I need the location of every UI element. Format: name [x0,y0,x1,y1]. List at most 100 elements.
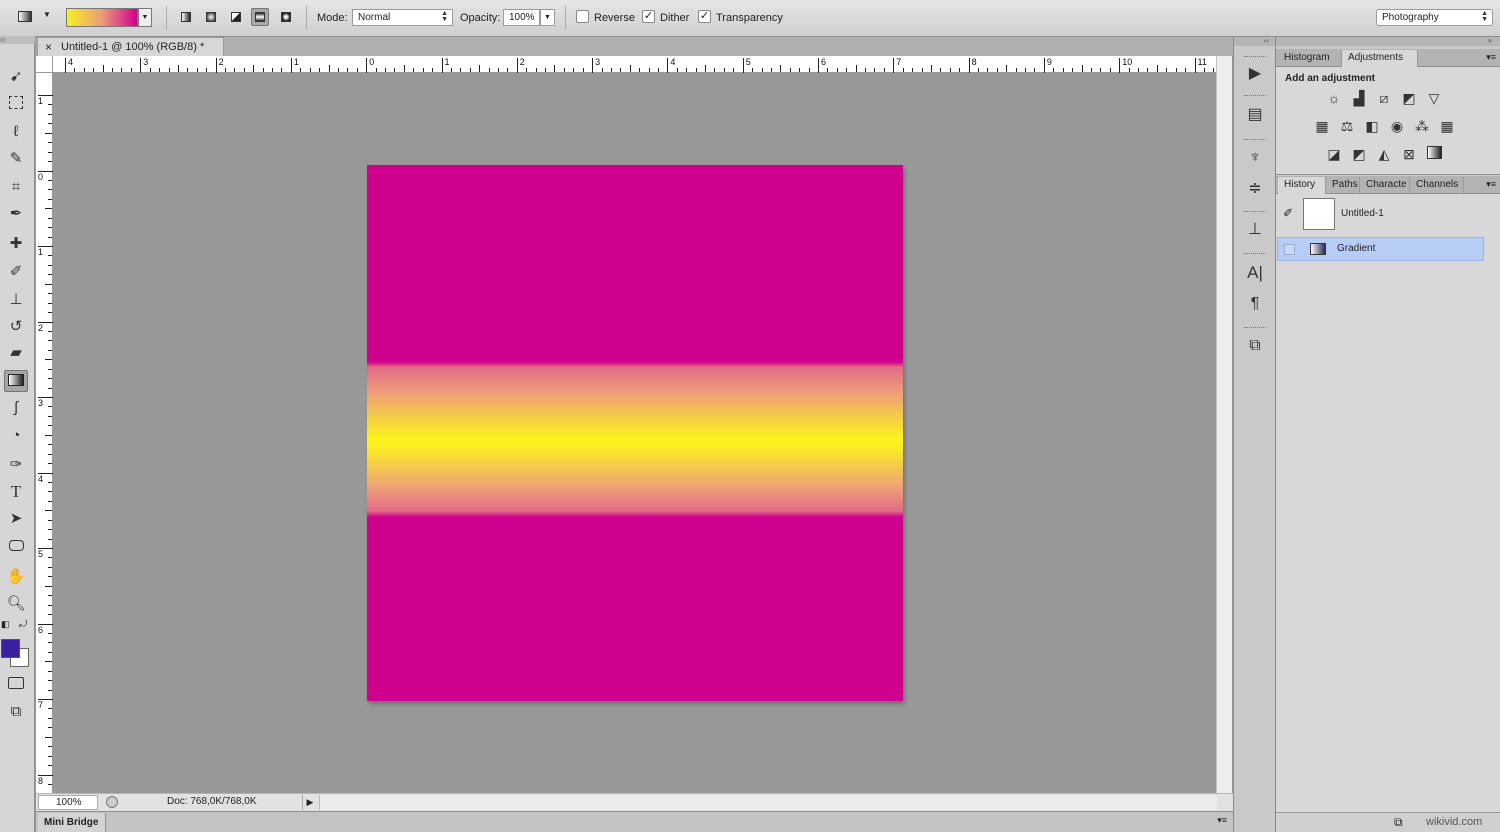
ruler-minor-tick [827,68,828,72]
brush-settings-button[interactable]: ≑ [1242,177,1268,201]
angle-gradient-button[interactable] [227,8,245,26]
new-snapshot-icon[interactable]: ⧉ [1394,815,1403,830]
vertical-scrollbar[interactable] [1216,56,1232,793]
status-options-icon[interactable] [106,796,118,808]
reflected-gradient-button[interactable] [251,8,269,26]
type-tool[interactable]: T [4,481,28,503]
gradient-map-button[interactable] [1424,145,1444,163]
collapse-arrows-icon[interactable]: ‹‹ [1234,37,1275,46]
gradient-swatch[interactable] [66,8,138,27]
actions-button[interactable]: ▶ [1242,62,1268,86]
ruler-vertical[interactable]: 1012345678 [36,73,53,793]
color-balance-button[interactable]: ⚖ [1337,117,1357,135]
character-button[interactable]: A| [1242,261,1268,285]
default-colors-icon[interactable]: ◧ [1,619,10,630]
history-brush-source-icon[interactable]: ✐ [1283,206,1293,220]
gradient-picker-dropdown[interactable]: ▼ [138,8,152,27]
mode-select[interactable]: Normal ▲▼ [352,9,453,26]
pen-tool[interactable]: ✑ [4,454,28,476]
history-state-checkbox[interactable] [1284,244,1295,255]
tool-preset-picker[interactable]: ▼ [15,8,55,28]
stamp-icon: ⊥ [9,291,22,308]
marquee-tool[interactable] [4,94,28,116]
gradient-tool[interactable] [4,370,28,392]
diamond-gradient-button[interactable] [277,8,295,26]
close-icon[interactable]: × [45,38,52,57]
posterize-button[interactable]: ◩ [1349,145,1369,163]
panel-menu-icon[interactable]: ▾≡ [1486,179,1496,190]
crop-tool[interactable]: ⌗ [4,176,28,198]
swap-colors-icon[interactable]: ⤾ [19,619,27,630]
layer-comps-button[interactable]: ▤ [1242,103,1268,127]
clone-stamp-tool[interactable]: ⊥ [4,289,28,311]
blur-tool[interactable]: ∫ [4,397,28,419]
status-menu-arrow-icon[interactable]: ▶ [302,795,317,810]
opacity-input[interactable]: 100% [503,9,540,26]
mini-bridge-tab[interactable]: Mini Bridge [38,813,106,832]
ruler-origin[interactable] [36,56,53,73]
ruler-minor-tick [48,303,52,304]
tab-character[interactable]: Characte [1360,177,1410,194]
eraser-tool[interactable]: ▰ [4,342,28,364]
tab-histogram[interactable]: Histogram [1278,50,1342,67]
tool-presets-button[interactable]: ⧉ [1242,334,1268,358]
panel-menu-icon[interactable]: ▾≡ [1486,52,1496,63]
tab-adjustments[interactable]: Adjustments [1342,50,1418,67]
dither-checkbox[interactable]: ✓ [642,10,655,23]
opacity-dropdown[interactable]: ▼ [540,9,555,26]
channel-mixer-button[interactable]: ⁂ [1412,117,1432,135]
tab-paths[interactable]: Paths [1326,177,1360,194]
path-selection-tool[interactable]: ➤ [4,508,28,530]
black-white-button[interactable]: ◧ [1362,117,1382,135]
document-image-gradient[interactable] [367,165,903,701]
tab-channels[interactable]: Channels [1410,177,1464,194]
history-step-label: Gradient [1337,243,1375,254]
tab-history[interactable]: History [1278,177,1326,194]
threshold-button[interactable]: ◭ [1374,145,1394,163]
brush-presets-button[interactable]: ♆ [1242,146,1268,170]
color-lookup-button[interactable]: ▦ [1437,117,1457,135]
invert-button[interactable]: ◪ [1324,145,1344,163]
quick-selection-tool[interactable]: ✎ [4,148,28,170]
hue-saturation-button[interactable]: ▦ [1312,117,1332,135]
history-snapshot[interactable]: ✐ Untitled-1 [1277,195,1484,232]
move-tool[interactable]: ➹ [4,66,28,88]
brush-tool[interactable]: ✐ [4,261,28,283]
zoom-tool[interactable]: 🔍︎ [4,593,28,615]
linear-gradient-button[interactable] [177,8,195,26]
selective-color-button[interactable]: ⊠ [1399,145,1419,163]
zoom-level-field[interactable]: 100% [38,795,98,810]
photo-filter-button[interactable]: ◉ [1387,117,1407,135]
transparency-checkbox[interactable]: ✓ [698,10,711,23]
vibrance-button[interactable]: ▽ [1424,89,1444,107]
horizontal-scrollbar[interactable] [319,795,1217,810]
channel-mixer-icon: ⁂ [1415,118,1429,134]
ruler-horizontal[interactable]: 432101234567891011 [53,56,1216,73]
hand-tool[interactable]: ✋ [4,566,28,588]
dodge-tool[interactable]: ◔ [4,425,28,447]
eyedropper-tool[interactable]: ✒ [4,203,28,225]
workspace-switcher[interactable]: Photography ▲▼ [1376,9,1493,26]
history-step[interactable]: Gradient [1277,237,1484,261]
paragraph-button[interactable]: ¶ [1242,292,1268,316]
reverse-checkbox[interactable] [576,10,589,23]
clone-source-button[interactable]: ⊥ [1242,218,1268,242]
quick-mask-button[interactable] [4,674,28,696]
healing-brush-tool[interactable]: ✚ [4,233,28,255]
panel-menu-icon[interactable]: ▾≡ [1217,815,1227,826]
radial-gradient-button[interactable] [202,8,220,26]
ruler-minor-tick [1072,68,1073,72]
levels-button[interactable]: ▟ [1349,89,1369,107]
screen-mode-button[interactable]: ⧉ [4,701,28,723]
curves-button[interactable]: ⧄ [1374,89,1394,107]
exposure-button[interactable]: ◩ [1399,89,1419,107]
foreground-color-swatch[interactable] [1,639,20,658]
history-brush-tool[interactable]: ↺ [4,316,28,338]
collapse-arrows-icon[interactable]: » [1276,37,1500,46]
brightness-contrast-button[interactable]: ☼ [1324,89,1344,107]
lasso-tool[interactable]: ℓ [4,121,28,143]
collapse-arrows-icon[interactable]: ›› [0,36,35,44]
document-tab[interactable]: × Untitled-1 @ 100% (RGB/8) * [37,37,224,57]
ruler-minor-tick [48,199,52,200]
shape-tool[interactable] [4,536,28,558]
